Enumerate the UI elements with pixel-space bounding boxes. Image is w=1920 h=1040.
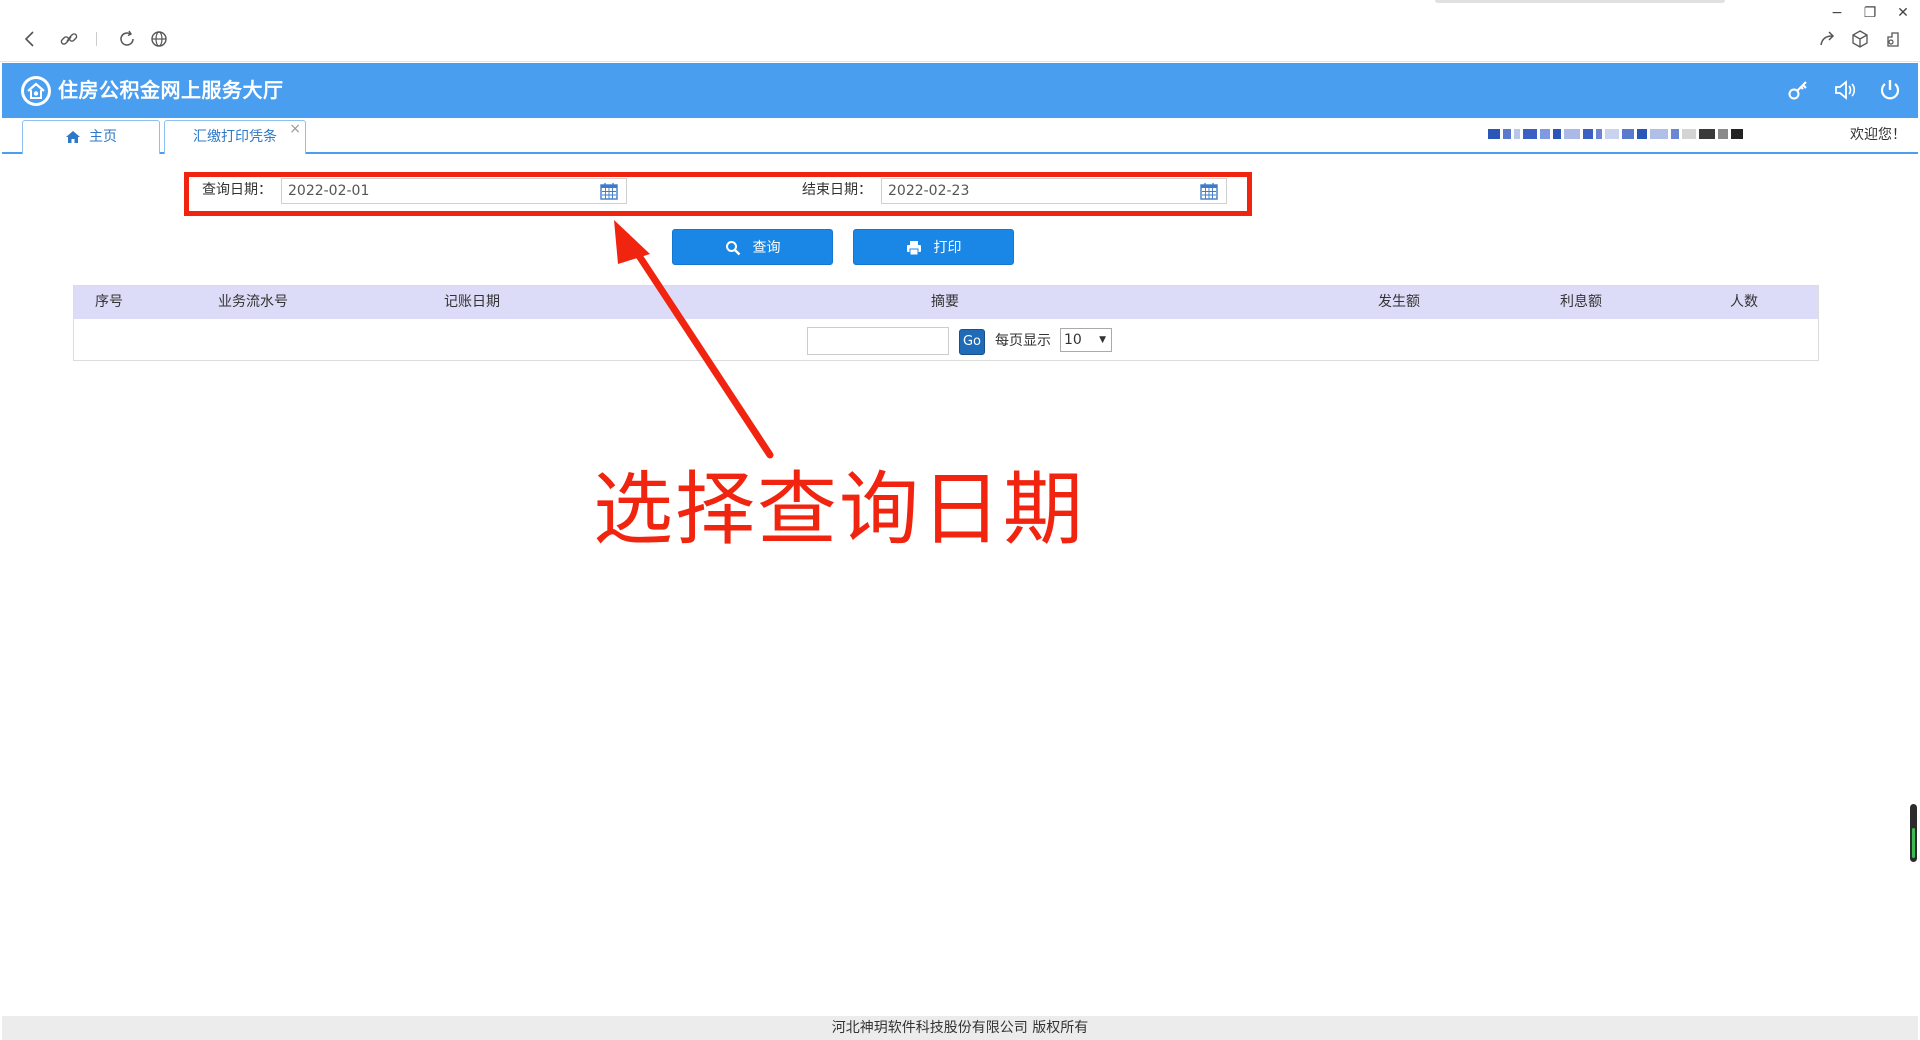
speaker-icon[interactable] — [1832, 77, 1858, 103]
dropdown-caret-icon: ▼ — [1099, 335, 1106, 345]
close-window-button[interactable]: ✕ — [1892, 2, 1914, 24]
page-number-input[interactable] — [807, 327, 949, 355]
app-header: 住房公积金网上服务大厅 — [2, 63, 1918, 118]
tab-remit-print-label: 汇缴打印凭条 — [193, 129, 277, 145]
back-icon[interactable] — [19, 28, 41, 50]
minimize-button[interactable]: − — [1826, 2, 1848, 24]
annotation-text: 选择查询日期 — [593, 463, 1085, 556]
restore-button[interactable]: ❐ — [1859, 2, 1881, 24]
tab-close-icon[interactable]: × — [289, 113, 301, 145]
reload-icon[interactable] — [116, 28, 138, 50]
annotation-highlight-box — [184, 172, 1252, 216]
column-header-serial: 业务流水号 — [218, 294, 288, 310]
column-header-count: 人数 — [1730, 294, 1758, 310]
tab-home[interactable]: 主页 — [22, 120, 160, 154]
annotation-arrow — [614, 220, 774, 459]
toolbar-separator — [96, 32, 97, 46]
scrollbar-thumb[interactable] — [1910, 804, 1917, 862]
address-dropdown-shadow — [1435, 0, 1725, 3]
table-header: 序号 业务流水号 记账日期 摘要 发生额 利息额 人数 — [74, 286, 1818, 319]
records-table: 序号 业务流水号 记账日期 摘要 发生额 利息额 人数 Go 每页显示 10 ▼ — [73, 285, 1819, 361]
globe-icon[interactable] — [148, 28, 170, 50]
cube-icon[interactable] — [1849, 28, 1871, 50]
pagination-bar: Go 每页显示 10 ▼ — [74, 319, 1818, 361]
column-header-date: 记账日期 — [444, 294, 500, 310]
per-page-label: 每页显示 — [995, 333, 1051, 349]
per-page-select[interactable]: 10 ▼ — [1060, 328, 1112, 352]
logo-icon — [21, 76, 51, 106]
share-icon[interactable] — [1817, 28, 1839, 50]
column-header-index: 序号 — [95, 294, 123, 310]
column-header-summary: 摘要 — [931, 294, 959, 310]
home-icon — [66, 131, 80, 143]
column-header-amount: 发生额 — [1378, 294, 1420, 310]
print-button-label: 打印 — [933, 240, 962, 256]
footer-copyright: 河北神玥软件科技股份有限公司 版权所有 — [2, 1016, 1918, 1040]
go-button[interactable]: Go — [959, 329, 985, 355]
page-root: − ❐ ✕ 住房公积金网上服务大厅 主页 汇缴打印凭条 × 欢迎您！ 查询日期：… — [0, 0, 1920, 1040]
per-page-value: 10 — [1064, 332, 1082, 348]
browser-toolbar: − ❐ ✕ — [0, 0, 1920, 62]
tab-remit-print[interactable]: 汇缴打印凭条 × — [164, 120, 306, 154]
print-button[interactable]: 打印 — [853, 229, 1014, 265]
power-icon[interactable] — [1877, 77, 1903, 103]
key-icon[interactable] — [1786, 77, 1812, 103]
column-header-interest: 利息额 — [1560, 294, 1602, 310]
tab-bar: 主页 汇缴打印凭条 × 欢迎您！ — [2, 118, 1918, 154]
extension-icon[interactable] — [1882, 28, 1904, 50]
printer-icon — [906, 241, 921, 256]
app-title: 住房公积金网上服务大厅 — [58, 78, 284, 102]
tab-home-label: 主页 — [89, 129, 117, 145]
welcome-text: 欢迎您！ — [1850, 127, 1906, 143]
link-icon[interactable] — [58, 28, 80, 50]
user-info-redacted — [1488, 126, 1838, 144]
